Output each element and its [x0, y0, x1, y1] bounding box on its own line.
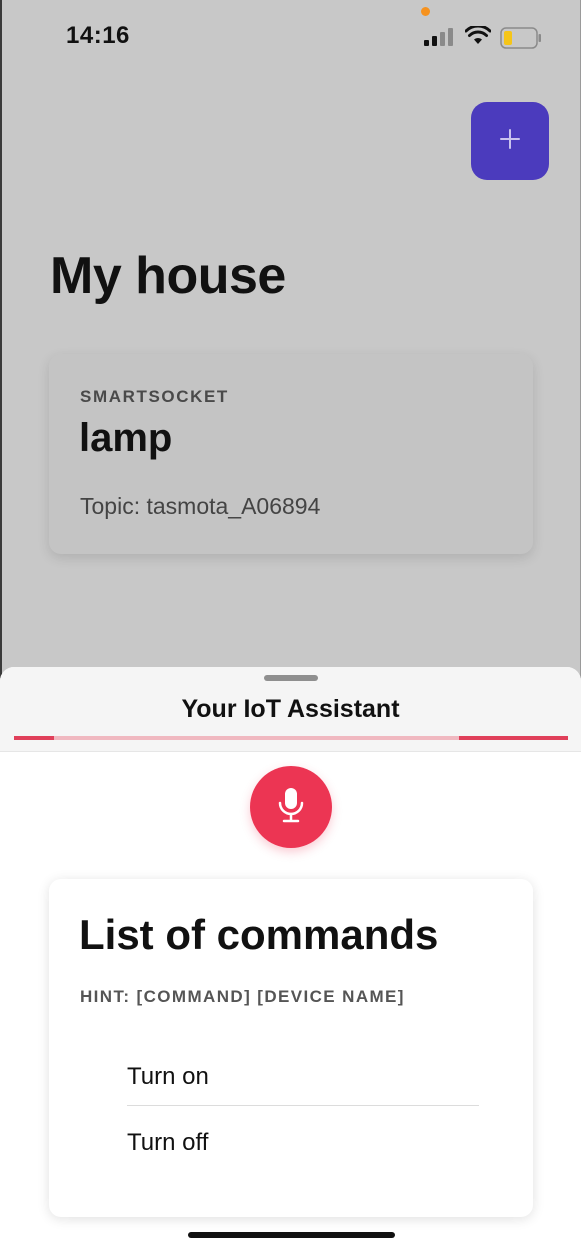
home-indicator[interactable] [188, 1232, 395, 1238]
microphone-icon [277, 786, 305, 829]
plus-icon [499, 128, 521, 155]
commands-card: List of commands HINT: [COMMAND] [DEVICE… [49, 879, 533, 1217]
assistant-title: Your IoT Assistant [181, 695, 400, 723]
battery-icon [500, 27, 542, 54]
sheet-header: Your IoT Assistant [0, 667, 581, 752]
status-bar: 14:16 [0, 0, 581, 70]
listening-progress-segment-left [14, 736, 54, 740]
wifi-icon [464, 24, 492, 51]
commands-title: List of commands [79, 911, 439, 958]
microphone-button[interactable] [250, 766, 332, 848]
signal-icon [424, 28, 454, 51]
add-device-button[interactable] [471, 102, 549, 180]
assistant-bottom-sheet: Your IoT Assistant List of commands HINT… [0, 667, 581, 1250]
command-item-turn-on: Turn on [127, 1053, 479, 1106]
drag-handle[interactable] [264, 675, 318, 681]
command-label: Turn on [127, 1063, 209, 1090]
command-item-turn-off: Turn off [127, 1119, 479, 1171]
privacy-indicator-dot [421, 7, 430, 16]
command-label: Turn off [127, 1129, 209, 1156]
page-title: My house [50, 247, 286, 305]
commands-hint: HINT: [COMMAND] [DEVICE NAME] [80, 987, 405, 1006]
device-name: lamp [79, 416, 173, 460]
listening-progress-segment-right [459, 736, 568, 740]
device-card[interactable]: SMARTSOCKET lamp Topic: tasmota_A06894 [49, 354, 533, 554]
status-time: 14:16 [66, 22, 130, 49]
device-type-label: SMARTSOCKET [80, 387, 229, 406]
device-topic: Topic: tasmota_A06894 [80, 493, 321, 519]
